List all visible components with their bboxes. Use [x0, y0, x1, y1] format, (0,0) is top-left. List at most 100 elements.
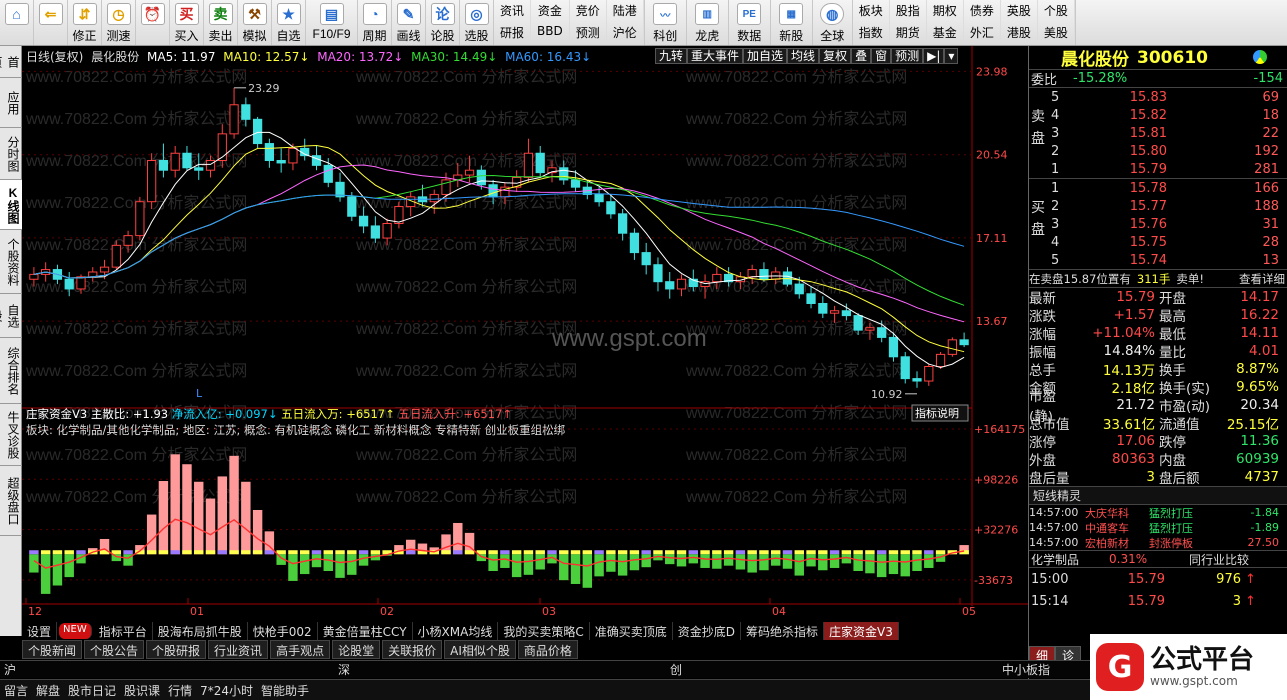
toolbar-link[interactable]: 资讯 — [494, 0, 532, 22]
chart-tool-button[interactable]: 重大事件 — [687, 48, 744, 64]
buy-level-row[interactable]: 4 15.75 28 — [1029, 233, 1287, 251]
buy-level-row[interactable]: 5 15.74 13 — [1029, 251, 1287, 269]
left-tab[interactable]: 自选股 — [0, 294, 22, 338]
chart-tool-button[interactable]: 复权 — [819, 48, 852, 64]
left-tab[interactable]: 应用 — [0, 78, 22, 128]
indicator-tab[interactable]: 黄金倍量柱CCY — [318, 622, 413, 640]
indicator-tab[interactable]: 设置 — [22, 622, 58, 640]
toolbar-market-link[interactable]: 期权 — [927, 0, 964, 22]
toolbar-market-link[interactable]: 指数 — [853, 22, 890, 44]
chart-tool-button[interactable]: 均线 — [787, 48, 820, 64]
news-tab[interactable]: 关联报价 — [382, 640, 443, 659]
period-label[interactable]: 日线(复权) — [26, 50, 83, 64]
indicator-tab[interactable]: 庄家资金V3 — [824, 622, 899, 640]
short-elf-row[interactable]: 14:57:00 宏柏新材 封涨停板 27.50 — [1029, 535, 1287, 550]
toolbar-market-link[interactable]: 股指 — [890, 0, 927, 22]
indicator-tab[interactable]: 资金抄底D — [673, 622, 741, 640]
left-tab[interactable]: 个股资料 — [0, 230, 22, 294]
short-elf-row[interactable]: 14:57:00 大庆华科 猛烈打压 -1.84 — [1029, 505, 1287, 520]
toolbar-market-link[interactable]: 个股 — [1038, 0, 1075, 22]
toolbar-global-button[interactable]: ◍ 全球 — [813, 0, 853, 45]
toolbar-market-link[interactable]: 板块 — [853, 0, 890, 22]
indicator-tab[interactable]: 指标平台 — [94, 622, 153, 640]
toolbar-home-button[interactable]: ⌂ — [0, 0, 34, 45]
index-zx[interactable]: 中小板指 — [1002, 661, 1050, 678]
toolbar-correct-button[interactable]: ⇵ 修正 — [68, 0, 102, 45]
chart-tool-button[interactable]: 加自选 — [743, 48, 788, 64]
indicator-tab[interactable]: 我的买卖策略C — [498, 622, 590, 640]
new-badge[interactable]: NEW — [59, 623, 92, 639]
toolbar-pick-button[interactable]: ◎ 选股 — [460, 0, 494, 45]
toolbar-f10-button[interactable]: ▤ F10/F9 — [306, 0, 358, 45]
news-tab[interactable]: 个股公告 — [84, 640, 145, 659]
pie-icon[interactable] — [1253, 50, 1267, 64]
toolbar-sim-button[interactable]: ⚒ 模拟 — [238, 0, 272, 45]
chart-canvas[interactable]: www.70822.Com 分析家公式网 www.70822.Com 分析家公式网… — [22, 46, 1028, 621]
toolbar-feature-button[interactable]: 〰科创 — [645, 0, 687, 45]
buy-level-row[interactable]: 1 15.78 166 — [1029, 179, 1287, 197]
sell-level-row[interactable]: 3 15.81 22 — [1029, 124, 1287, 142]
left-tab[interactable]: 牛叉诊股 — [0, 404, 22, 466]
status-item[interactable]: 7*24小时 — [196, 680, 257, 700]
status-item[interactable]: 解盘 — [32, 680, 64, 700]
news-tab[interactable]: 个股新闻 — [22, 640, 83, 659]
industry-name[interactable]: 化学制品 — [1029, 551, 1109, 568]
indicator-tab[interactable]: 小杨XMA均线 — [413, 622, 499, 640]
toolbar-link[interactable]: 研报 — [494, 22, 532, 44]
toolbar-market-link[interactable]: 基金 — [927, 22, 964, 44]
chart-tool-button[interactable]: ▾ — [944, 48, 959, 64]
buy-level-row[interactable]: 2 15.77 188 — [1029, 197, 1287, 215]
pending-detail-link[interactable]: 查看详细 — [1239, 271, 1287, 287]
indicator-tab[interactable]: 快枪手002 — [248, 622, 318, 640]
indicator-tab[interactable]: 准确买卖顶底 — [590, 622, 673, 640]
status-item[interactable]: 行情 — [164, 680, 196, 700]
toolbar-market-link[interactable]: 港股 — [1001, 22, 1038, 44]
toolbar-link[interactable]: 竞价 — [570, 0, 607, 22]
news-tab[interactable]: 行业资讯 — [208, 640, 269, 659]
buy-level-row[interactable]: 3 15.76 31 — [1029, 215, 1287, 233]
kline-chart[interactable]: www.70822.Com 分析家公式网 www.70822.Com 分析家公式网… — [22, 46, 1028, 622]
chart-tool-button[interactable]: 九转 — [655, 48, 688, 64]
toolbar-watch-button[interactable]: ★ 自选 — [272, 0, 306, 45]
toolbar-link[interactable]: BBD — [531, 22, 570, 44]
indicator-tab[interactable]: 筹码绝杀指标 — [741, 622, 824, 640]
toolbar-link[interactable]: 沪伦 — [607, 22, 644, 44]
news-tab[interactable]: 高手观点 — [270, 640, 331, 659]
sell-level-row[interactable]: 1 15.79 281 — [1029, 160, 1287, 178]
news-tab[interactable]: 个股研报 — [146, 640, 207, 659]
toolbar-market-link[interactable]: 外汇 — [964, 22, 1001, 44]
indicator-tab[interactable]: 股海布局抓牛股 — [153, 622, 248, 640]
toolbar-link[interactable]: 陆港 — [607, 0, 644, 22]
chart-tool-button[interactable]: 预测 — [891, 48, 924, 64]
toolbar-feature-button[interactable]: PE 数据 — [729, 0, 771, 45]
toolbar-sell-button[interactable]: 卖卖出 — [204, 0, 238, 45]
toolbar-backtest-button[interactable]: ◷ 测速 — [102, 0, 136, 45]
index-cy[interactable]: 创 — [670, 661, 682, 678]
industry-compare-button[interactable]: 同行业比较 — [1189, 551, 1249, 568]
status-item[interactable]: 股识课 — [120, 680, 164, 700]
pending-order-row[interactable]: 在卖盘15.87位置有 311手 卖单! 查看详细 — [1029, 270, 1287, 288]
news-tab[interactable]: 论股堂 — [332, 640, 381, 659]
toolbar-market-link[interactable]: 债券 — [964, 0, 1001, 22]
news-tab[interactable]: AI相似个股 — [444, 640, 516, 659]
toolbar-market-link[interactable]: 美股 — [1038, 22, 1075, 44]
chart-tool-button[interactable]: ▶| — [923, 48, 945, 64]
toolbar-link[interactable]: 资金 — [531, 0, 570, 22]
left-tab[interactable]: 首页 — [0, 46, 22, 78]
left-tab[interactable]: K线图 — [0, 180, 22, 230]
index-sh[interactable]: 沪 — [4, 661, 16, 678]
status-item[interactable]: 智能助手 — [257, 680, 313, 700]
sell-level-row[interactable]: 2 15.80 192 — [1029, 142, 1287, 160]
toolbar-buy-button[interactable]: 买买入 — [170, 0, 204, 45]
sell-level-row[interactable]: 4 15.82 18 — [1029, 106, 1287, 124]
toolbar-draw-button[interactable]: ✎ 画线 — [392, 0, 426, 45]
toolbar-clock-button[interactable]: ⏰ — [136, 0, 170, 45]
short-elf-title[interactable]: 短线精灵 — [1029, 487, 1287, 505]
toolbar-stockcomment-button[interactable]: 论论股 — [426, 0, 460, 45]
chart-tool-button[interactable]: 窗 — [871, 48, 892, 64]
status-item[interactable]: 留言 — [0, 680, 32, 700]
news-tab[interactable]: 商品价格 — [517, 640, 578, 659]
toolbar-feature-button[interactable]: ▥ 龙虎 — [687, 0, 729, 45]
index-sz[interactable]: 深 — [338, 661, 350, 678]
toolbar-back-button[interactable]: ⇐ — [34, 0, 68, 45]
